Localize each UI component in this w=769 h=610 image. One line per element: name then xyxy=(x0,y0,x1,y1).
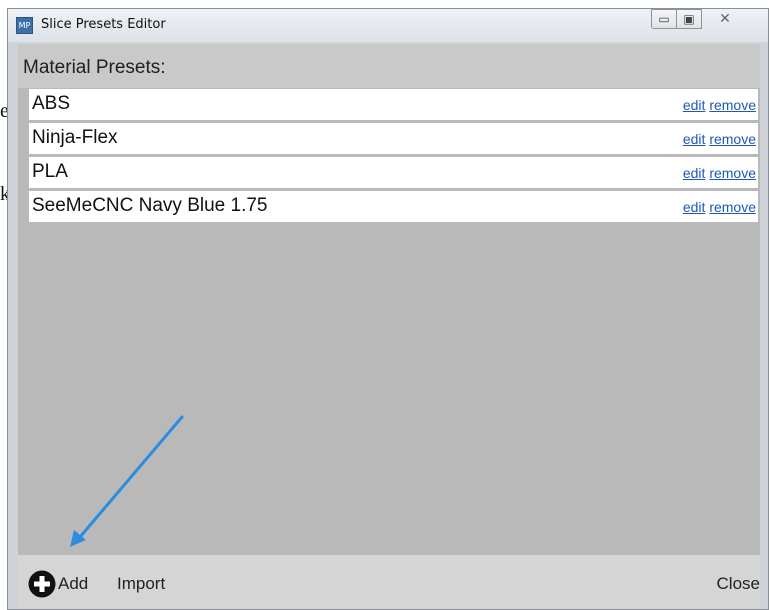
preset-name: SeeMeCNC Navy Blue 1.75 xyxy=(32,195,268,216)
page: e k MP Slice Presets Editor ▭ ▣ ✕ Materi… xyxy=(0,0,769,610)
preset-row: SeeMeCNC Navy Blue 1.75 edit remove xyxy=(29,191,758,222)
preset-actions: edit remove xyxy=(683,97,756,113)
import-button[interactable]: Import xyxy=(117,574,165,594)
window-content: Material Presets: ABS edit remove Ninja-… xyxy=(18,44,760,608)
maximize-button[interactable]: ▣ xyxy=(676,9,702,29)
minimize-button[interactable]: ▭ xyxy=(651,9,677,29)
footer-bar: Add Import Close xyxy=(18,555,760,608)
preset-actions: edit remove xyxy=(683,165,756,181)
window-title: Slice Presets Editor xyxy=(41,17,166,32)
preset-name: ABS xyxy=(32,93,71,114)
remove-link[interactable]: remove xyxy=(709,131,756,147)
close-button[interactable]: Close xyxy=(717,574,760,594)
section-title: Material Presets: xyxy=(23,57,166,78)
plus-circle-icon xyxy=(28,570,56,598)
presets-editor-window: MP Slice Presets Editor ▭ ▣ ✕ Material P… xyxy=(7,8,769,610)
preset-name: PLA xyxy=(32,161,68,182)
add-label: Add xyxy=(58,574,89,593)
preset-actions: edit remove xyxy=(683,131,756,147)
preset-row: PLA edit remove xyxy=(29,157,758,188)
edit-link[interactable]: edit xyxy=(683,199,706,215)
preset-row: Ninja-Flex edit remove xyxy=(29,123,758,154)
preset-list: ABS edit remove Ninja-Flex edit remove P… xyxy=(29,89,758,225)
edit-link[interactable]: edit xyxy=(683,97,706,113)
preset-actions: edit remove xyxy=(683,199,756,215)
close-window-button[interactable]: ✕ xyxy=(702,9,748,29)
title-bar[interactable]: MP Slice Presets Editor ▭ ▣ ✕ xyxy=(8,9,768,42)
preset-name: Ninja-Flex xyxy=(32,127,118,148)
edit-link[interactable]: edit xyxy=(683,165,706,181)
add-button[interactable]: Add xyxy=(28,570,88,598)
edit-link[interactable]: edit xyxy=(683,131,706,147)
remove-link[interactable]: remove xyxy=(709,165,756,181)
preset-row: ABS edit remove xyxy=(29,89,758,120)
remove-link[interactable]: remove xyxy=(709,199,756,215)
app-icon: MP xyxy=(16,17,33,34)
section-header: Material Presets: xyxy=(18,44,760,88)
remove-link[interactable]: remove xyxy=(709,97,756,113)
